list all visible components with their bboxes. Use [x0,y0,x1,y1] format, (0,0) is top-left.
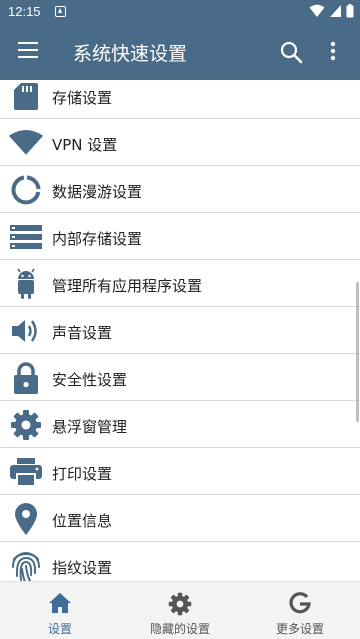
list-item-label: VPN 设置 [52,136,118,154]
app-bar: 系统快速设置 [0,24,360,80]
storage-icon [8,219,44,255]
list-item-fingerprint[interactable]: 指纹设置 [0,542,360,581]
lock-icon [8,360,44,396]
menu-icon[interactable] [18,42,38,58]
volume-icon [8,313,44,349]
vpn-wifi-icon [8,125,44,161]
list-item-location[interactable]: 位置信息 [0,495,360,542]
page-title: 系统快速设置 [73,43,188,65]
wifi-icon [309,4,325,17]
tab-settings[interactable]: 设置 [0,582,120,639]
more-vert-icon[interactable] [330,41,336,61]
list-item-storage[interactable]: 存储设置 [0,80,360,119]
list-item-sound[interactable]: 声音设置 [0,307,360,354]
tab-label: 隐藏的设置 [149,622,210,636]
gear-icon [168,592,192,616]
android-icon [8,266,44,302]
system-icons [309,4,354,18]
bottom-navigation: 设置 隐藏的设置 更多设置 [0,581,360,639]
data-usage-icon [8,172,44,208]
settings-list: 存储设置 VPN 设置 数据漫游设置 内部存储设置 管理所有应用程序设置 声音设… [0,80,360,581]
notification-icon [55,6,66,17]
list-item-label: 内部存储设置 [52,230,143,248]
list-item-label: 打印设置 [52,465,113,483]
list-item-security[interactable]: 安全性设置 [0,354,360,401]
list-item-label: 声音设置 [52,324,113,342]
tab-more-settings[interactable]: 更多设置 [240,582,360,639]
scrollbar[interactable] [356,282,359,422]
tab-label: 更多设置 [275,622,324,636]
list-item-vpn[interactable]: VPN 设置 [0,119,360,166]
tab-label: 设置 [47,622,72,636]
list-item-label: 数据漫游设置 [52,183,143,201]
gear-icon [8,407,44,443]
printer-icon [8,454,44,490]
fingerprint-icon [8,548,44,581]
google-g-icon [289,592,311,614]
list-item-label: 存储设置 [52,89,113,107]
list-item-label: 安全性设置 [52,371,128,389]
search-icon[interactable] [279,40,303,64]
list-item-label: 悬浮窗管理 [52,418,128,436]
list-item-internal-storage[interactable]: 内部存储设置 [0,213,360,260]
battery-icon [346,4,354,18]
list-item-label: 管理所有应用程序设置 [52,277,203,295]
tab-hidden-settings[interactable]: 隐藏的设置 [120,582,240,639]
signal-icon [330,5,341,17]
list-item-print[interactable]: 打印设置 [0,448,360,495]
status-bar: 12:15 [0,0,360,24]
location-pin-icon [8,501,44,537]
list-item-data-roaming[interactable]: 数据漫游设置 [0,166,360,213]
status-time: 12:15 [8,4,41,19]
list-item-all-apps[interactable]: 管理所有应用程序设置 [0,260,360,307]
sd-card-icon [8,80,44,114]
list-item-floating-window[interactable]: 悬浮窗管理 [0,401,360,448]
home-icon [49,593,71,613]
list-item-label: 指纹设置 [52,559,113,577]
list-item-label: 位置信息 [52,512,113,530]
